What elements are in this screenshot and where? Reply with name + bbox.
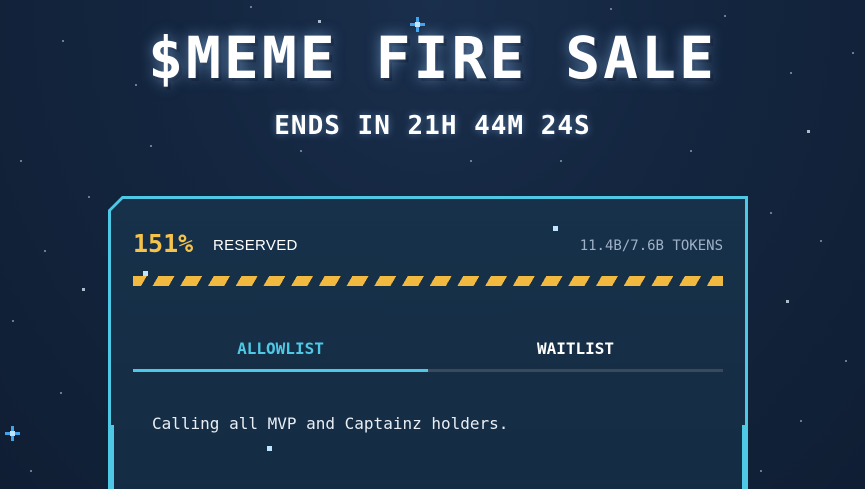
- panel-message: Calling all MVP and Captainz holders.: [152, 414, 509, 433]
- sale-title: $MEME FIRE SALE: [148, 24, 717, 92]
- panel-right-edge: [742, 425, 748, 489]
- reserved-label: RESERVED: [213, 237, 298, 254]
- reserved-percent: 151%: [133, 229, 194, 258]
- sale-countdown: ENDS IN 21H 44M 24S: [274, 111, 591, 141]
- reservation-row: 151% RESERVED 11.4B/7.6B TOKENS: [133, 228, 723, 260]
- tab-waitlist[interactable]: WAITLIST: [428, 332, 723, 372]
- sparkle-icon: [5, 426, 20, 441]
- list-tabs: ALLOWLIST WAITLIST: [133, 332, 723, 372]
- reservation-progress-bar: [133, 276, 723, 286]
- tab-allowlist[interactable]: ALLOWLIST: [133, 332, 428, 372]
- tokens-count: 11.4B/7.6B TOKENS: [579, 238, 723, 254]
- panel-left-edge: [108, 425, 114, 489]
